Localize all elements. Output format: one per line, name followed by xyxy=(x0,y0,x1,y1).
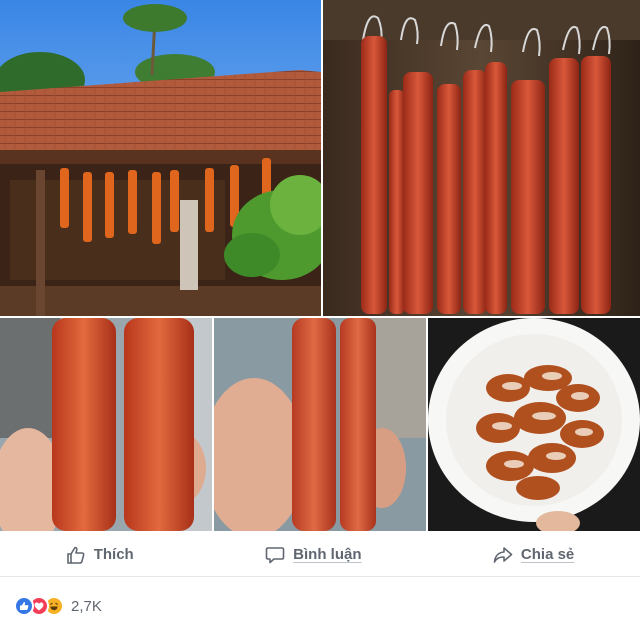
reaction-count: 2,7K xyxy=(71,597,102,615)
facebook-post: Thích Bình luận Chia sẻ 2,7K xyxy=(0,0,640,631)
photo-grid xyxy=(0,0,640,531)
photo-hooks-image xyxy=(323,0,640,316)
action-bar: Thích Bình luận Chia sẻ xyxy=(0,533,640,577)
photo-house-hanging-meat[interactable] xyxy=(0,0,321,316)
thumbs-up-icon xyxy=(66,546,85,564)
like-button[interactable]: Thích xyxy=(66,545,134,565)
photo-meat-on-hooks[interactable] xyxy=(323,0,640,316)
photo-hand-image-1 xyxy=(0,318,212,531)
share-label: Chia sẻ xyxy=(520,546,575,563)
share-button[interactable]: Chia sẻ xyxy=(493,545,574,565)
photo-hand-holding-strips[interactable] xyxy=(0,318,212,531)
comment-button[interactable]: Bình luận xyxy=(265,545,361,565)
reaction-summary[interactable]: 2,7K xyxy=(14,592,102,620)
comment-bubble-icon xyxy=(265,546,285,563)
share-arrow-icon xyxy=(493,546,513,563)
photo-plate-image xyxy=(428,318,640,531)
photo-house-image xyxy=(0,0,321,316)
photo-hand-holding-strips-close[interactable] xyxy=(214,318,426,531)
like-label: Thích xyxy=(93,546,134,563)
photo-hand-image-2 xyxy=(214,318,426,531)
comment-label: Bình luận xyxy=(293,546,362,563)
like-reaction-icon xyxy=(14,596,34,616)
photo-plate-sliced-meat[interactable] xyxy=(428,318,640,531)
